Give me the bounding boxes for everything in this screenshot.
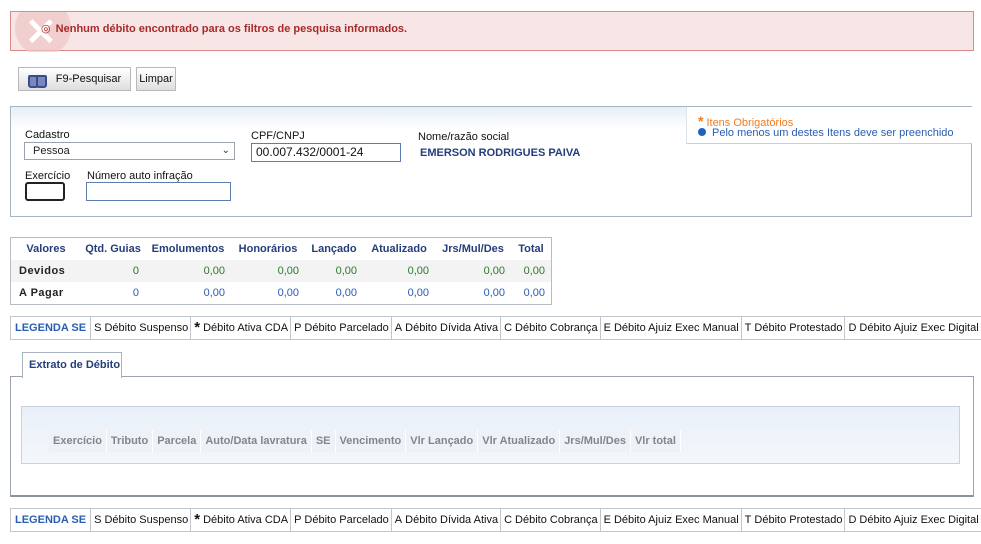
legend-title: LEGENDA SE — [11, 509, 92, 531]
col-header[interactable]: SE — [311, 430, 336, 452]
row-label: Devidos — [11, 260, 81, 282]
extrato-header-row: Exercício Tributo Parcela Auto/Data lavr… — [49, 430, 681, 452]
cpf-label: CPF/CNPJ — [251, 130, 305, 142]
exercicio-label: Exercício — [25, 170, 71, 182]
col-header[interactable]: Vlr Lançado — [406, 430, 479, 452]
binoculars-icon — [27, 73, 47, 88]
table-cell: 0,00 — [407, 287, 429, 299]
clear-button[interactable]: Limpar — [136, 67, 176, 91]
exercicio-input[interactable] — [25, 182, 65, 201]
table-cell: 0,00 — [511, 260, 551, 282]
table-row: Devidos 0 0,00 0,00 0,00 0,00 0,00 0,00 — [11, 260, 551, 282]
cpf-input[interactable]: 00.007.432/0001-24 — [251, 143, 401, 162]
col-header: Atualizado — [371, 243, 427, 255]
legend-item: D Débito Ajuiz Exec Digital — [845, 317, 981, 339]
values-header-row: Valores Qtd. Guias Emolumentos Honorário… — [11, 238, 551, 260]
table-cell: 0,00 — [231, 260, 305, 282]
row-label: A Pagar — [19, 287, 64, 299]
legend-bar-bottom: LEGENDA SE S Débito Suspenso * Débito Ativ… — [10, 508, 981, 532]
extrato-grid: Exercício Tributo Parcela Auto/Data lavr… — [21, 406, 960, 464]
legend-item: * Débito Ativa CDA — [191, 509, 292, 531]
auto-infracao-input[interactable] — [86, 182, 231, 201]
legend-item: A Débito Dívida Ativa — [392, 317, 502, 339]
error-alert: ✕ ◎ Nenhum débito encontrado para os fil… — [10, 11, 974, 52]
table-cell: 0,00 — [483, 287, 505, 299]
blue-dot-icon — [698, 128, 706, 136]
legend-item: S Débito Suspenso — [91, 509, 192, 531]
table-cell: 0,00 — [305, 260, 363, 282]
table-cell: 0,00 — [203, 287, 225, 299]
cadastro-select[interactable]: Pessoa ⌄ — [24, 142, 235, 160]
col-header: Honorários — [238, 243, 298, 255]
col-header: Jrs/Mul/Des — [442, 243, 504, 255]
auto-infracao-label: Número auto infração — [87, 170, 193, 182]
nome-value: EMERSON RODRIGUES PAIVA — [420, 147, 581, 159]
table-cell: 0,00 — [335, 287, 357, 299]
col-header[interactable]: Parcela — [153, 430, 202, 452]
values-table: Valores Qtd. Guias Emolumentos Honorário… — [10, 237, 552, 305]
legend-item: P Débito Parcelado — [291, 509, 392, 531]
alert-bullet-icon: ◎ — [41, 23, 51, 35]
col-header: Emolumentos — [151, 243, 225, 255]
table-cell: 0,00 — [145, 260, 231, 282]
col-header[interactable]: Vencimento — [335, 430, 407, 452]
table-row: A Pagar 0 0,00 0,00 0,00 0,00 0,00 0,00 — [11, 282, 551, 304]
search-button[interactable]: F9-Pesquisar — [18, 67, 131, 91]
legend-item: E Débito Ajuiz Exec Manual — [601, 317, 742, 339]
alert-message: ◎ Nenhum débito encontrado para os filtr… — [41, 22, 407, 35]
cadastro-label: Cadastro — [25, 129, 70, 141]
col-header: Total — [518, 243, 544, 255]
legend-item: T Débito Protestado — [742, 317, 846, 339]
legend-item: T Débito Protestado — [742, 509, 846, 531]
col-header[interactable]: Jrs/Mul/Des — [560, 430, 631, 452]
table-cell: 0 — [132, 287, 139, 299]
legend-item: C Débito Cobrança — [501, 509, 601, 531]
col-header: Lançado — [311, 243, 357, 255]
alert-text: Nenhum débito encontrado para os filtros… — [55, 23, 408, 35]
search-button-label: F9-Pesquisar — [55, 73, 122, 85]
table-cell: 0,00 — [363, 260, 435, 282]
nome-label: Nome/razão social — [418, 131, 510, 143]
col-header[interactable]: Tributo — [106, 430, 154, 452]
legend-item: A Débito Dívida Ativa — [392, 509, 502, 531]
col-header[interactable]: Auto/Data lavratura — [201, 430, 312, 452]
tab-extrato-debito[interactable]: Extrato de Débito — [22, 352, 122, 378]
table-cell: 0 — [81, 260, 145, 282]
legend-item: D Débito Ajuiz Exec Digital — [845, 509, 981, 531]
legend-item: S Débito Suspenso — [91, 317, 192, 339]
cadastro-selected-value: Pessoa — [33, 145, 70, 157]
table-cell: 0,00 — [435, 260, 511, 282]
legend-title: LEGENDA SE — [11, 317, 92, 339]
col-header[interactable]: Vlr total — [630, 430, 681, 452]
at-least-one-note: Pelo menos um destes Itens deve ser pree… — [698, 127, 954, 139]
table-cell: 0,00 — [277, 287, 299, 299]
table-cell: 0,00 — [523, 287, 545, 299]
legend-bar-top: LEGENDA SE S Débito Suspenso * Débito Ativ… — [10, 316, 981, 340]
col-header[interactable]: Exercício — [49, 430, 107, 452]
col-header: Valores — [26, 243, 66, 255]
legend-item: * Débito Ativa CDA — [191, 317, 292, 339]
col-header[interactable]: Vlr Atualizado — [478, 430, 561, 452]
chevron-down-icon: ⌄ — [221, 145, 230, 156]
col-header: Qtd. Guias — [85, 243, 141, 255]
legend-item: P Débito Parcelado — [291, 317, 392, 339]
legend-item: E Débito Ajuiz Exec Manual — [601, 509, 742, 531]
requirements-legend: * Itens Obrigatórios Pelo menos um destes… — [686, 107, 972, 144]
legend-item: C Débito Cobrança — [501, 317, 601, 339]
